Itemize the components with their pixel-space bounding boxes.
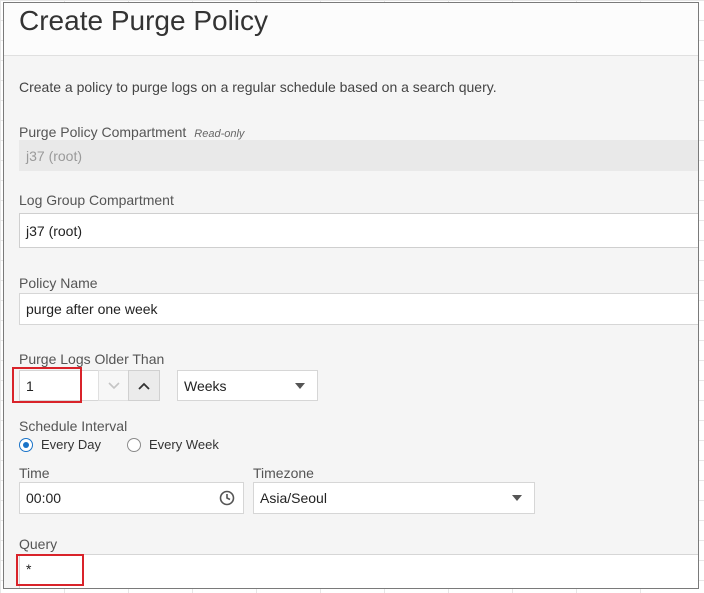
create-purge-policy-panel: Create Purge Policy Create a policy to p… <box>3 2 699 589</box>
title-bar: Create Purge Policy <box>4 3 698 56</box>
query-label: Query <box>19 536 58 552</box>
chevron-down-icon <box>108 381 120 389</box>
chevron-up-icon <box>138 382 150 390</box>
log-group-compartment-select[interactable]: j37 (root) <box>19 213 698 248</box>
timezone-select[interactable]: Asia/Seoul <box>253 482 535 514</box>
time-label: Time <box>19 465 50 481</box>
time-input[interactable]: 00:00 <box>19 482 244 514</box>
log-group-compartment-label: Log Group Compartment <box>19 192 174 208</box>
page-description: Create a policy to purge logs on a regul… <box>19 79 497 95</box>
policy-name-input[interactable]: purge after one week <box>19 293 698 325</box>
radio-unselected-icon <box>127 437 141 452</box>
radio-every-day[interactable]: Every Day <box>19 437 101 452</box>
policy-name-label: Policy Name <box>19 275 98 291</box>
increment-button[interactable] <box>128 370 160 401</box>
purge-older-number-input[interactable]: 1 <box>19 370 99 401</box>
decrement-button[interactable] <box>98 370 130 401</box>
clock-icon[interactable] <box>219 490 235 506</box>
purge-compartment-field: j37 (root) <box>19 140 698 171</box>
purge-compartment-label: Purge Policy Compartment Read-only <box>19 124 245 140</box>
timezone-label: Timezone <box>253 465 314 481</box>
purge-older-label: Purge Logs Older Than <box>19 351 165 367</box>
query-input[interactable]: * <box>19 554 698 588</box>
radio-selected-icon <box>19 437 33 452</box>
page-title: Create Purge Policy <box>19 5 269 36</box>
dropdown-caret-icon <box>512 495 522 501</box>
schedule-interval-label: Schedule Interval <box>19 418 128 434</box>
radio-every-week[interactable]: Every Week <box>127 437 219 452</box>
readonly-tag: Read-only <box>194 128 245 140</box>
purge-unit-select[interactable]: Weeks <box>177 370 318 401</box>
dropdown-caret-icon <box>295 382 305 389</box>
